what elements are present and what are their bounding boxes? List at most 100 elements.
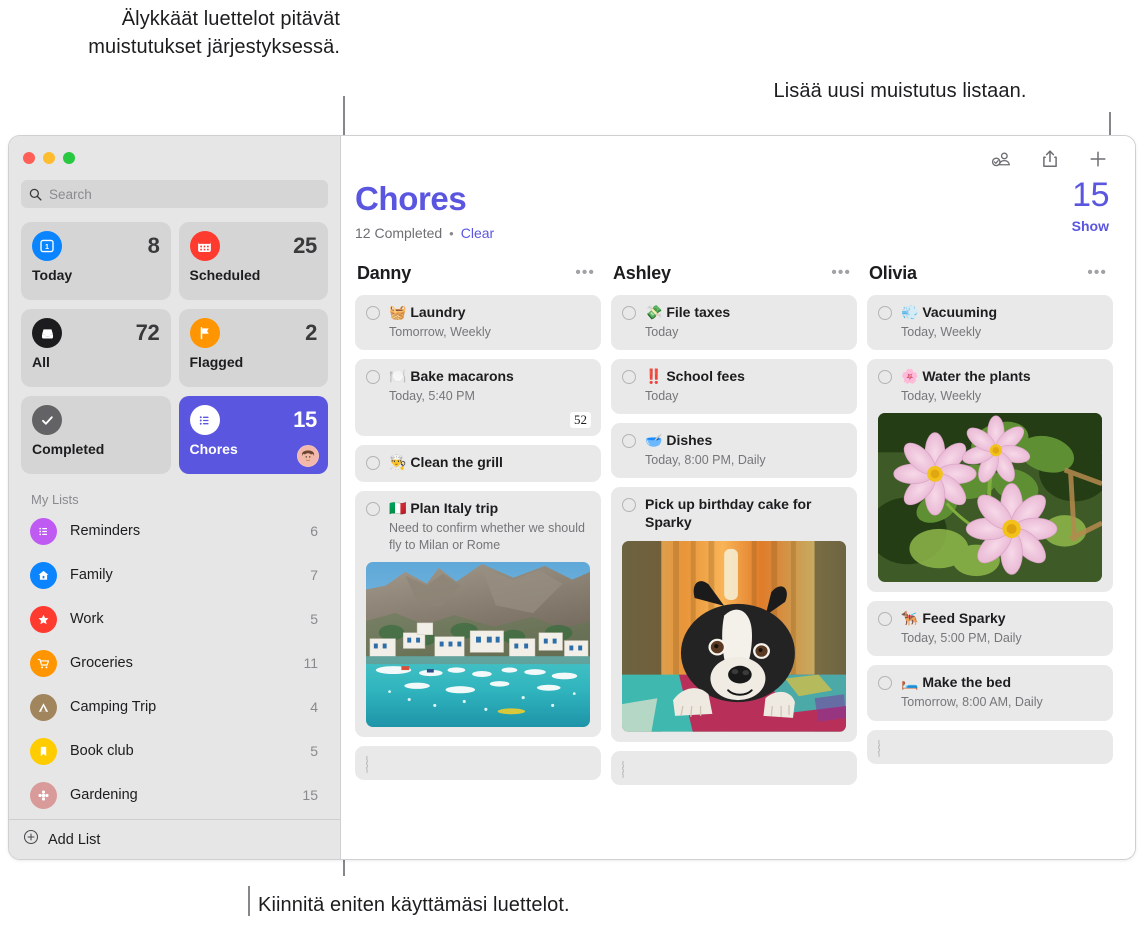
smart-list-count: 8	[148, 233, 160, 259]
main-content: Chores 12 Completed • Clear 15 Show Dann…	[341, 136, 1135, 859]
reminder-card[interactable]: 💸 File taxes Today	[611, 295, 857, 350]
complete-circle-icon[interactable]	[878, 370, 892, 384]
smart-list-count: 72	[136, 320, 160, 346]
reminder-card[interactable]: 🇮🇹 Plan Italy trip Need to confirm wheth…	[355, 491, 601, 737]
column-menu-button[interactable]: •••	[831, 268, 851, 278]
reminder-subtitle: Today	[645, 388, 846, 404]
reminder-title: 💸 File taxes	[645, 304, 846, 322]
list-item-family[interactable]: Family 7	[21, 553, 328, 597]
reminder-subtitle: Today, 5:40 PM	[389, 388, 590, 404]
column-title: Ashley	[613, 263, 671, 284]
column-menu-button[interactable]: •••	[1087, 268, 1107, 278]
complete-circle-icon[interactable]	[622, 434, 636, 448]
show-button[interactable]: Show	[1072, 218, 1109, 234]
tent-icon	[30, 694, 57, 721]
complete-circle-icon[interactable]	[622, 370, 636, 384]
maximize-window-button[interactable]	[63, 152, 75, 164]
smart-list-today[interactable]: 1 8 Today	[21, 222, 171, 300]
list-item-gardening[interactable]: Gardening 15	[21, 773, 328, 817]
smart-lists-grid: 1 8 Today 25 Scheduled	[21, 222, 328, 474]
avatar	[297, 445, 319, 467]
complete-circle-icon[interactable]	[622, 306, 636, 320]
complete-circle-icon[interactable]	[878, 739, 880, 758]
reminder-subtitle: Today, Weekly	[901, 324, 1102, 340]
complete-circle-icon[interactable]	[622, 498, 636, 512]
list-item-count: 11	[303, 655, 318, 671]
share-person-icon[interactable]	[991, 148, 1013, 170]
reminder-card[interactable]: 👨‍🍳 Clean the grill	[355, 445, 601, 482]
clear-button[interactable]: Clear	[461, 225, 494, 241]
list-item-label: Family	[70, 567, 297, 583]
close-window-button[interactable]	[23, 152, 35, 164]
reminder-card[interactable]: 🌸 Water the plants Today, Weekly	[867, 359, 1113, 592]
page-title: Chores	[355, 182, 1109, 215]
new-reminder-row[interactable]	[867, 730, 1113, 764]
reminder-card[interactable]: Pick up birthday cake for Sparky	[611, 487, 857, 741]
complete-circle-icon[interactable]	[878, 612, 892, 626]
smart-list-flagged[interactable]: 2 Flagged	[179, 309, 329, 387]
reminder-title: 💨 Vacuuming	[901, 304, 1102, 322]
calendar-icon	[190, 231, 220, 261]
add-list-label: Add List	[48, 832, 100, 848]
dash-emoji: 💨	[901, 304, 918, 320]
exclamation-emoji: ‼️	[645, 368, 662, 384]
search-input[interactable]	[49, 187, 320, 202]
list-item-count: 5	[310, 743, 318, 759]
reminder-title: 🐕‍🦺 Feed Sparky	[901, 610, 1102, 628]
list-item-groceries[interactable]: Groceries 11	[21, 641, 328, 685]
new-reminder-row[interactable]	[611, 751, 857, 785]
list-item-work[interactable]: Work 5	[21, 597, 328, 641]
reminder-total-count: 15	[1072, 176, 1109, 215]
callout-pin-lists: Kiinnitä eniten käyttämäsi luettelot.	[258, 892, 858, 920]
smart-list-count: 2	[305, 320, 317, 346]
dog-photo[interactable]	[622, 541, 846, 732]
reminder-card[interactable]: 🐕‍🦺 Feed Sparky Today, 5:00 PM, Daily	[867, 601, 1113, 656]
reminder-card[interactable]: 🧺 Laundry Tomorrow, Weekly	[355, 295, 601, 350]
complete-circle-icon[interactable]	[366, 370, 380, 384]
smart-list-completed[interactable]: Completed	[21, 396, 171, 474]
window-controls[interactable]	[9, 136, 340, 164]
complete-circle-icon[interactable]	[366, 755, 368, 774]
minimize-window-button[interactable]	[43, 152, 55, 164]
leader-line-left	[343, 96, 345, 140]
reminder-subtitle: Today, Weekly	[901, 388, 1102, 404]
search-field[interactable]	[21, 180, 328, 208]
reminder-card[interactable]: ‼️ School fees Today	[611, 359, 857, 414]
complete-circle-icon[interactable]	[366, 502, 380, 516]
reminder-card[interactable]: 🥣 Dishes Today, 8:00 PM, Daily	[611, 423, 857, 478]
smart-list-scheduled[interactable]: 25 Scheduled	[179, 222, 329, 300]
share-icon[interactable]	[1039, 148, 1061, 170]
reminder-card[interactable]: 💨 Vacuuming Today, Weekly	[867, 295, 1113, 350]
italy-coast-photo[interactable]	[366, 562, 590, 727]
house-icon	[30, 562, 57, 589]
list-item-book-club[interactable]: Book club 5	[21, 729, 328, 773]
column-header: Danny •••	[355, 261, 601, 285]
column-title: Olivia	[869, 263, 917, 284]
list-item-reminders[interactable]: Reminders 6	[21, 509, 328, 553]
new-reminder-row[interactable]	[355, 746, 601, 780]
column-ashley: Ashley ••• 💸 File taxes Today	[611, 261, 857, 859]
smart-list-count: 25	[293, 233, 317, 259]
list-bullet-icon	[190, 405, 220, 435]
reminder-card[interactable]: 🛏️ Make the bed Tomorrow, 8:00 AM, Daily	[867, 665, 1113, 720]
leader-line-bottom	[248, 886, 250, 916]
reminder-card[interactable]: 🍽️ Bake macarons Today, 5:40 PM 52	[355, 359, 601, 436]
complete-circle-icon[interactable]	[878, 676, 892, 690]
sidebar: 1 8 Today 25 Scheduled	[9, 136, 341, 859]
complete-circle-icon[interactable]	[622, 760, 624, 779]
flower-icon	[30, 782, 57, 809]
smart-list-all[interactable]: 72 All	[21, 309, 171, 387]
add-list-button[interactable]: Add List	[9, 819, 340, 859]
complete-circle-icon[interactable]	[366, 306, 380, 320]
reminders-window: 1 8 Today 25 Scheduled	[8, 135, 1136, 860]
smart-list-chores[interactable]: 15 Chores	[179, 396, 329, 474]
plus-icon[interactable]	[1087, 148, 1109, 170]
flowers-photo[interactable]	[878, 413, 1102, 582]
list-item-camping-trip[interactable]: Camping Trip 4	[21, 685, 328, 729]
column-menu-button[interactable]: •••	[575, 268, 595, 278]
list-header: Chores 12 Completed • Clear 15 Show	[341, 182, 1135, 241]
complete-circle-icon[interactable]	[366, 456, 380, 470]
star-icon	[30, 606, 57, 633]
complete-circle-icon[interactable]	[878, 306, 892, 320]
column-header: Ashley •••	[611, 261, 857, 285]
